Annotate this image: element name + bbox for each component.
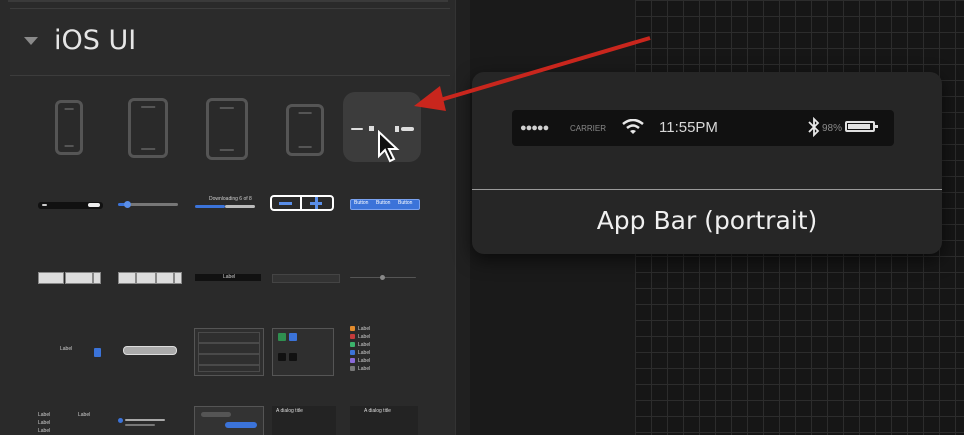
- stepper-minus-icon[interactable]: [279, 202, 292, 205]
- ipad-icon: [286, 104, 324, 156]
- tooltip-divider: [472, 189, 942, 190]
- ipad-icon: [206, 98, 248, 160]
- component-app-bar-portrait[interactable]: [343, 92, 421, 163]
- ipad-icon: [128, 98, 168, 158]
- component-iphone-large[interactable]: [110, 92, 188, 162]
- iphone-icon: [55, 100, 83, 155]
- signal-strength: ●●●●●: [520, 122, 549, 134]
- section-title: iOS UI: [54, 25, 137, 56]
- disclosure-triangle-icon[interactable]: [24, 37, 38, 45]
- component-iphone[interactable]: [30, 92, 108, 162]
- app-bar-preview: ●●●●● CARRIER 11:55PM 98%: [512, 110, 894, 146]
- cursor-icon: [378, 130, 400, 163]
- component-table-view[interactable]: [194, 328, 264, 376]
- panel-divider[interactable]: [455, 0, 470, 435]
- battery-percent: 98%: [822, 123, 843, 134]
- component-collection-view[interactable]: [272, 328, 334, 376]
- wifi-icon: [622, 119, 644, 134]
- component-messages[interactable]: [194, 406, 264, 435]
- section-header[interactable]: iOS UI: [10, 8, 450, 76]
- component-grid: Downloading 6 of 8 Button Button Button: [10, 82, 450, 435]
- carrier-label: CARRIER: [570, 124, 607, 133]
- library-panel: iOS UI Downloading 6 of 8 Button Button …: [0, 0, 455, 435]
- bluetooth-icon: [808, 117, 820, 137]
- component-preview-tooltip: ●●●●● CARRIER 11:55PM 98% App Bar (portr…: [472, 72, 942, 254]
- status-time: 11:55PM: [659, 119, 718, 136]
- panel-top-border: [8, 0, 448, 2]
- component-ipad-mini[interactable]: [270, 92, 348, 162]
- tooltip-label: App Bar (portrait): [596, 206, 818, 235]
- component-ipad[interactable]: [190, 92, 268, 162]
- battery-icon: [845, 121, 878, 132]
